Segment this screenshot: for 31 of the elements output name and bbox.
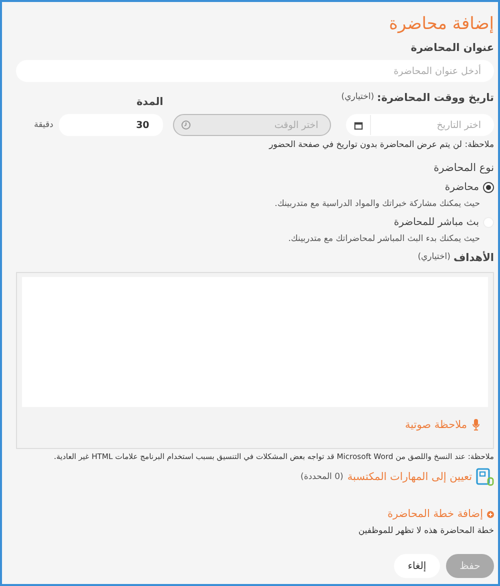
- date-input[interactable]: اختر التاريخ: [371, 115, 493, 135]
- note-text: ملاحظة: لن يتم عرض المحاضرة بدون تواريخ في صفحة الحضور: [268, 140, 494, 150]
- field-label: الأهداف: [453, 252, 494, 264]
- radio-label[interactable]: محاضرة: [444, 182, 479, 193]
- text-editor[interactable]: ملاحظة صوتية: [16, 272, 494, 449]
- radio-label[interactable]: بث مباشر للمحاضرة: [394, 217, 479, 228]
- microphone-icon: [472, 419, 480, 431]
- optional-hint: (اختياري): [341, 92, 374, 102]
- radio-button[interactable]: [483, 182, 494, 193]
- selected-count: (0 المحددة): [300, 472, 344, 482]
- device-icon: [476, 468, 494, 486]
- title-field[interactable]: أدخل عنوان المحاضرة: [16, 60, 494, 82]
- skills-link[interactable]: تعيين إلى المهارات المكتسبة: [347, 471, 472, 483]
- field-label: عنوان المحاضرة: [410, 42, 494, 54]
- clock-icon: [181, 120, 192, 130]
- field-label: المدة: [136, 96, 164, 108]
- cancel-button[interactable]: إلغاء: [394, 554, 440, 578]
- option-description: حيث يمكنك بدء البث المباشر لمحاضراتك مع متدربينك.: [287, 234, 480, 244]
- add-plan-link[interactable]: إضافة خطة المحاضرة: [388, 508, 494, 520]
- field-label: نوع المحاضرة: [434, 162, 494, 174]
- option-description: حيث يمكنك مشاركة خبراتك والمواد الدراسية مع متدربينك.: [274, 199, 480, 209]
- unit-label: دقيقة: [34, 120, 54, 130]
- page-title: إضافة محاضرة: [389, 14, 494, 34]
- voice-note-link[interactable]: ملاحظة صوتية: [404, 419, 480, 431]
- date-field[interactable]: اختر التاريخ: [346, 114, 494, 136]
- optional-hint: (اختياري): [418, 252, 450, 262]
- field-label: تاريخ ووقت المحاضرة:: [377, 92, 494, 104]
- note-text: خطة المحاضرة هذه لا تظهر للموظفين: [357, 526, 494, 536]
- plus-icon: [487, 510, 494, 518]
- calendar-icon: [354, 120, 363, 130]
- duration-input[interactable]: 30: [59, 114, 164, 136]
